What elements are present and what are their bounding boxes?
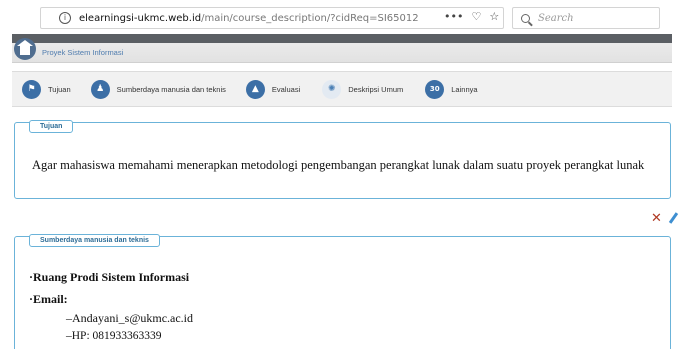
delete-icon[interactable]: ✕ [651, 211, 662, 226]
browser-search-field[interactable] [512, 7, 660, 29]
resource-email: –Andayani_s@ukmc.ac.id [66, 311, 194, 325]
atom-icon: ✺ [322, 79, 342, 99]
tab-label: Sumberdaya manusia dan teknis [116, 84, 226, 94]
section-title: Sumberdaya manusia dan teknis [29, 234, 160, 247]
calendar-icon: 30 [425, 79, 445, 99]
section-tujuan: Tujuan Agar mahasiswa memahami menerapka… [14, 120, 671, 199]
resource-line: ·Email: [29, 292, 68, 306]
home-icon [17, 40, 33, 55]
tab-deskripsi-umum[interactable]: ✺ Deskripsi Umum [322, 72, 403, 106]
browser-toolbar: i elearningsi-ukmc.web.id/main/course_de… [0, 0, 689, 34]
flag-icon: ⚑ [22, 79, 41, 99]
tab-sumberdaya[interactable]: ♟ Sumberdaya manusia dan teknis [90, 72, 226, 106]
url-text: elearningsi-ukmc.web.id/main/course_desc… [79, 13, 419, 24]
url-host: elearningsi-ukmc.web.id [79, 12, 202, 24]
tab-label: Lainnya [451, 84, 478, 94]
url-path: /main/course_description/?cidReq=SI65012 [201, 12, 419, 24]
section-sumberdaya: Sumberdaya manusia dan teknis ·Ruang Pro… [14, 234, 671, 349]
course-description-tabs: ⚑ Tujuan ♟ Sumberdaya manusia dan teknis… [12, 71, 672, 107]
url-field[interactable]: i elearningsi-ukmc.web.id/main/course_de… [40, 7, 504, 29]
tab-evaluasi[interactable]: ▲ Evaluasi [245, 72, 301, 106]
graduation-cap-icon: ▲ [245, 79, 265, 99]
header-strip [12, 34, 672, 43]
pencil-icon[interactable] [668, 213, 678, 224]
tab-label: Tujuan [48, 84, 71, 94]
pocket-icon[interactable]: ♡ [471, 10, 481, 23]
section-edit-actions: ✕ [651, 211, 678, 226]
info-icon[interactable]: i [59, 12, 71, 24]
home-button[interactable] [14, 38, 36, 60]
page-actions: ••• ♡ ☆ [444, 10, 499, 23]
tab-label: Evaluasi [271, 84, 301, 94]
section-title: Tujuan [29, 120, 74, 133]
breadcrumb-course-title[interactable]: Proyek Sistem Informasi [42, 48, 123, 57]
bookmark-star-icon[interactable]: ☆ [489, 10, 499, 23]
search-icon [521, 13, 530, 23]
section-tujuan-text: Agar mahasiswa memahami menerapkan metod… [32, 158, 645, 172]
more-actions-icon[interactable]: ••• [444, 10, 463, 23]
resource-phone: –HP: 081933363339 [66, 330, 162, 342]
browser-search-input[interactable] [538, 12, 648, 24]
tab-label: Deskripsi Umum [348, 84, 404, 94]
people-icon: ♟ [90, 79, 110, 99]
resource-line: ·Ruang Prodi Sistem Informasi [29, 270, 190, 284]
tab-lainnya[interactable]: 30 Lainnya [425, 72, 478, 106]
tab-tujuan[interactable]: ⚑ Tujuan [22, 72, 71, 106]
